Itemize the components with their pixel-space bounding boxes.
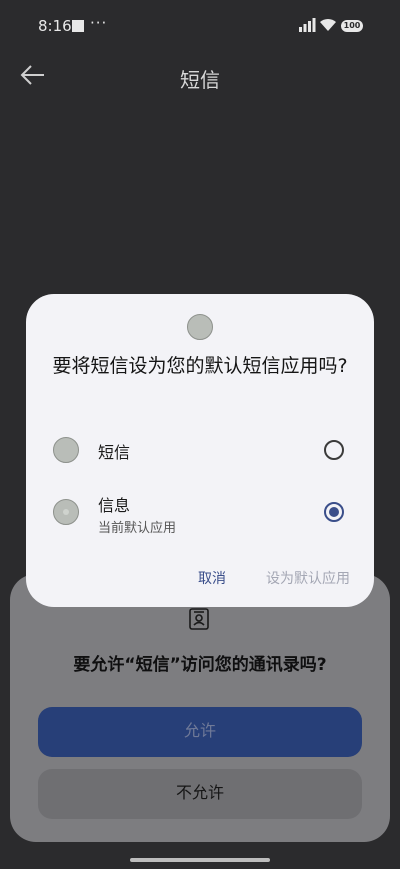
messages-app-icon <box>53 499 79 525</box>
status-bar: 8:16 ··· 100 <box>0 0 400 56</box>
notification-square-icon <box>72 20 84 32</box>
battery-icon: 100 <box>341 20 363 32</box>
more-notifications-icon: ··· <box>90 14 108 32</box>
page-title: 短信 <box>180 68 220 92</box>
set-default-button[interactable]: 设为默认应用 <box>266 568 350 588</box>
default-app-dialog: 要将短信设为您的默认短信应用吗? 短信 信息 当前默认应用 取消 设为默认应用 <box>26 294 374 607</box>
allow-button[interactable]: 允许 <box>38 707 362 757</box>
sms-app-icon <box>53 437 79 463</box>
permission-question: 要允许“短信”访问您的通讯录吗? <box>73 655 327 675</box>
option-label: 信息 <box>98 496 131 515</box>
signal-icon <box>299 18 316 32</box>
option-sublabel: 当前默认应用 <box>98 521 177 536</box>
dialog-title: 要将短信设为您的默认短信应用吗? <box>52 355 348 377</box>
status-time: 8:16 <box>38 17 72 35</box>
option-sms[interactable]: 短信 <box>26 420 374 480</box>
home-indicator[interactable] <box>130 858 270 862</box>
contacts-icon <box>189 608 209 630</box>
radio-messages[interactable] <box>324 502 344 522</box>
cancel-button[interactable]: 取消 <box>198 568 226 588</box>
deny-button[interactable]: 不允许 <box>38 769 362 819</box>
wifi-icon <box>320 18 336 31</box>
permission-sheet: 要允许“短信”访问您的通讯录吗? 允许 不允许 <box>10 574 390 842</box>
option-messages[interactable]: 信息 当前默认应用 <box>26 482 374 542</box>
radio-sms[interactable] <box>324 440 344 460</box>
app-icon <box>187 314 213 340</box>
option-label: 短信 <box>98 443 131 462</box>
